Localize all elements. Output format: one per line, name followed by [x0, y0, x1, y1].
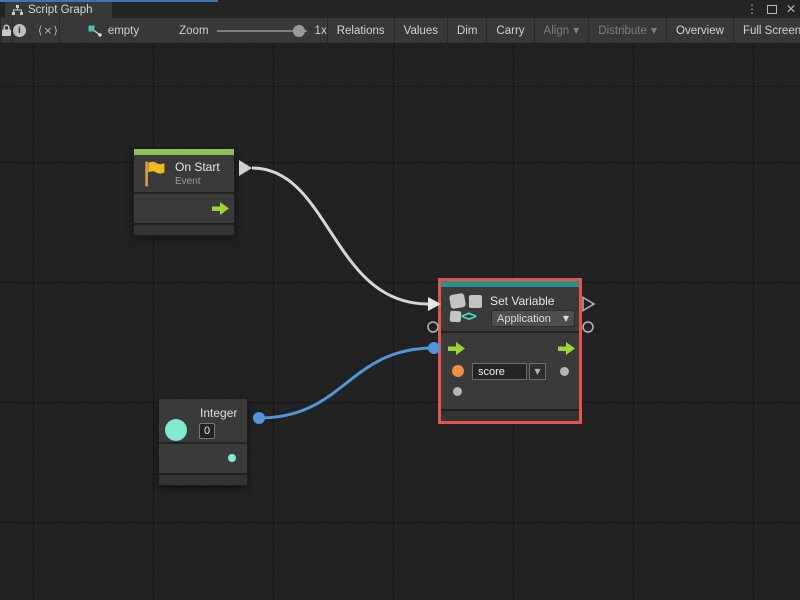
wires-overlay	[0, 44, 800, 600]
node-set-variable[interactable]: <> Set Variable Application ▼	[441, 281, 579, 421]
node-footer	[159, 475, 247, 485]
close-icon[interactable]: ✕	[786, 3, 796, 15]
node-title: Set Variable	[490, 294, 554, 308]
graph-pointer-label: empty	[108, 25, 139, 37]
zoom-value: 1x	[315, 25, 327, 37]
carry-button[interactable]: Carry	[486, 18, 533, 43]
value-input-port[interactable]	[453, 387, 462, 396]
chevron-down-icon: ▼	[573, 27, 579, 35]
graph-icon	[12, 5, 23, 16]
variable-name-field[interactable]: score ▼	[472, 363, 546, 380]
node-integer[interactable]: Integer 0	[158, 398, 248, 486]
graph-canvas[interactable]: On Start Event Integer 0	[0, 44, 800, 600]
chevron-down-icon: ▼	[534, 368, 540, 376]
tab-label: Script Graph	[28, 4, 93, 16]
toolbar-buttons: Relations Values Dim Carry Align▼ Distri…	[327, 18, 800, 43]
graph-pointer[interactable]: empty	[60, 18, 149, 43]
zoom-slider-thumb[interactable]	[293, 25, 305, 37]
variable-scope-dropdown[interactable]: Application ▼	[491, 310, 575, 327]
integer-type-icon	[165, 419, 187, 441]
unconnected-input-marker	[428, 322, 438, 332]
integer-output-port[interactable]	[228, 454, 236, 462]
integer-value-field[interactable]: 0	[199, 423, 215, 439]
integer-ports	[159, 444, 247, 473]
flag-icon	[142, 160, 167, 188]
variables-icon: <>	[450, 292, 488, 328]
graph-pointer-icon	[88, 25, 102, 37]
zoom-label: Zoom	[179, 25, 208, 37]
unconnected-control-marker	[583, 298, 594, 311]
dim-button[interactable]: Dim	[447, 18, 486, 43]
zoom-control: Zoom 1x	[149, 18, 327, 43]
variable-name-value[interactable]: score	[472, 363, 527, 380]
node-title: Integer	[200, 406, 237, 420]
value-wire-start-dot	[253, 412, 265, 424]
chevron-down-icon: ▼	[563, 315, 569, 323]
on-start-ports	[134, 194, 234, 223]
tab-bar: Script Graph ⋮ ✕	[0, 0, 800, 18]
node-footer	[134, 225, 234, 235]
value-wire	[259, 348, 434, 418]
window-controls: ⋮ ✕	[746, 0, 796, 18]
graph-toolbar: i ⟨×⟩ empty Zoom 1x Relations Values Dim…	[0, 18, 800, 44]
lock-icon	[1, 24, 12, 37]
code-view-icon[interactable]: ⟨×⟩	[38, 24, 59, 37]
align-button[interactable]: Align▼	[534, 18, 589, 43]
control-input-port[interactable]	[448, 342, 465, 355]
chevron-down-icon: ▼	[651, 27, 657, 35]
node-title: On Start	[175, 160, 220, 174]
control-wire	[252, 168, 428, 304]
control-output-port[interactable]	[558, 342, 575, 355]
variable-name-input-port[interactable]	[452, 365, 464, 377]
variable-name-dropdown[interactable]: ▼	[529, 363, 546, 380]
node-subtitle: Event	[175, 176, 220, 187]
overview-button[interactable]: Overview	[666, 18, 733, 43]
maximize-icon[interactable]	[767, 5, 777, 14]
distribute-button[interactable]: Distribute▼	[588, 18, 666, 43]
control-output-port[interactable]	[212, 202, 229, 215]
window-menu-icon[interactable]: ⋮	[746, 3, 758, 15]
relations-button[interactable]: Relations	[327, 18, 394, 43]
node-on-start[interactable]: On Start Event	[133, 148, 235, 236]
unity-visual-scripting-window: Script Graph ⋮ ✕ i ⟨×⟩ empty	[0, 0, 800, 600]
tab-script-graph[interactable]: Script Graph	[5, 2, 112, 18]
fullscreen-button[interactable]: Full Screen	[733, 18, 800, 43]
integer-header: Integer 0	[159, 399, 247, 442]
zoom-slider[interactable]	[217, 24, 307, 38]
unconnected-output-marker	[583, 322, 593, 332]
selection-outline: <> Set Variable Application ▼	[438, 278, 582, 424]
info-icon[interactable]: i	[13, 24, 26, 37]
on-start-header: On Start Event	[134, 155, 234, 192]
inspector-code-group: i ⟨×⟩	[13, 18, 60, 43]
wire-start-arrow	[239, 160, 252, 176]
node-footer	[441, 409, 579, 421]
on-start-titles: On Start Event	[175, 160, 220, 187]
lock-button[interactable]	[1, 18, 13, 43]
values-button[interactable]: Values	[394, 18, 447, 43]
set-variable-header: <> Set Variable Application ▼	[441, 287, 579, 331]
value-output-port[interactable]	[560, 367, 569, 376]
